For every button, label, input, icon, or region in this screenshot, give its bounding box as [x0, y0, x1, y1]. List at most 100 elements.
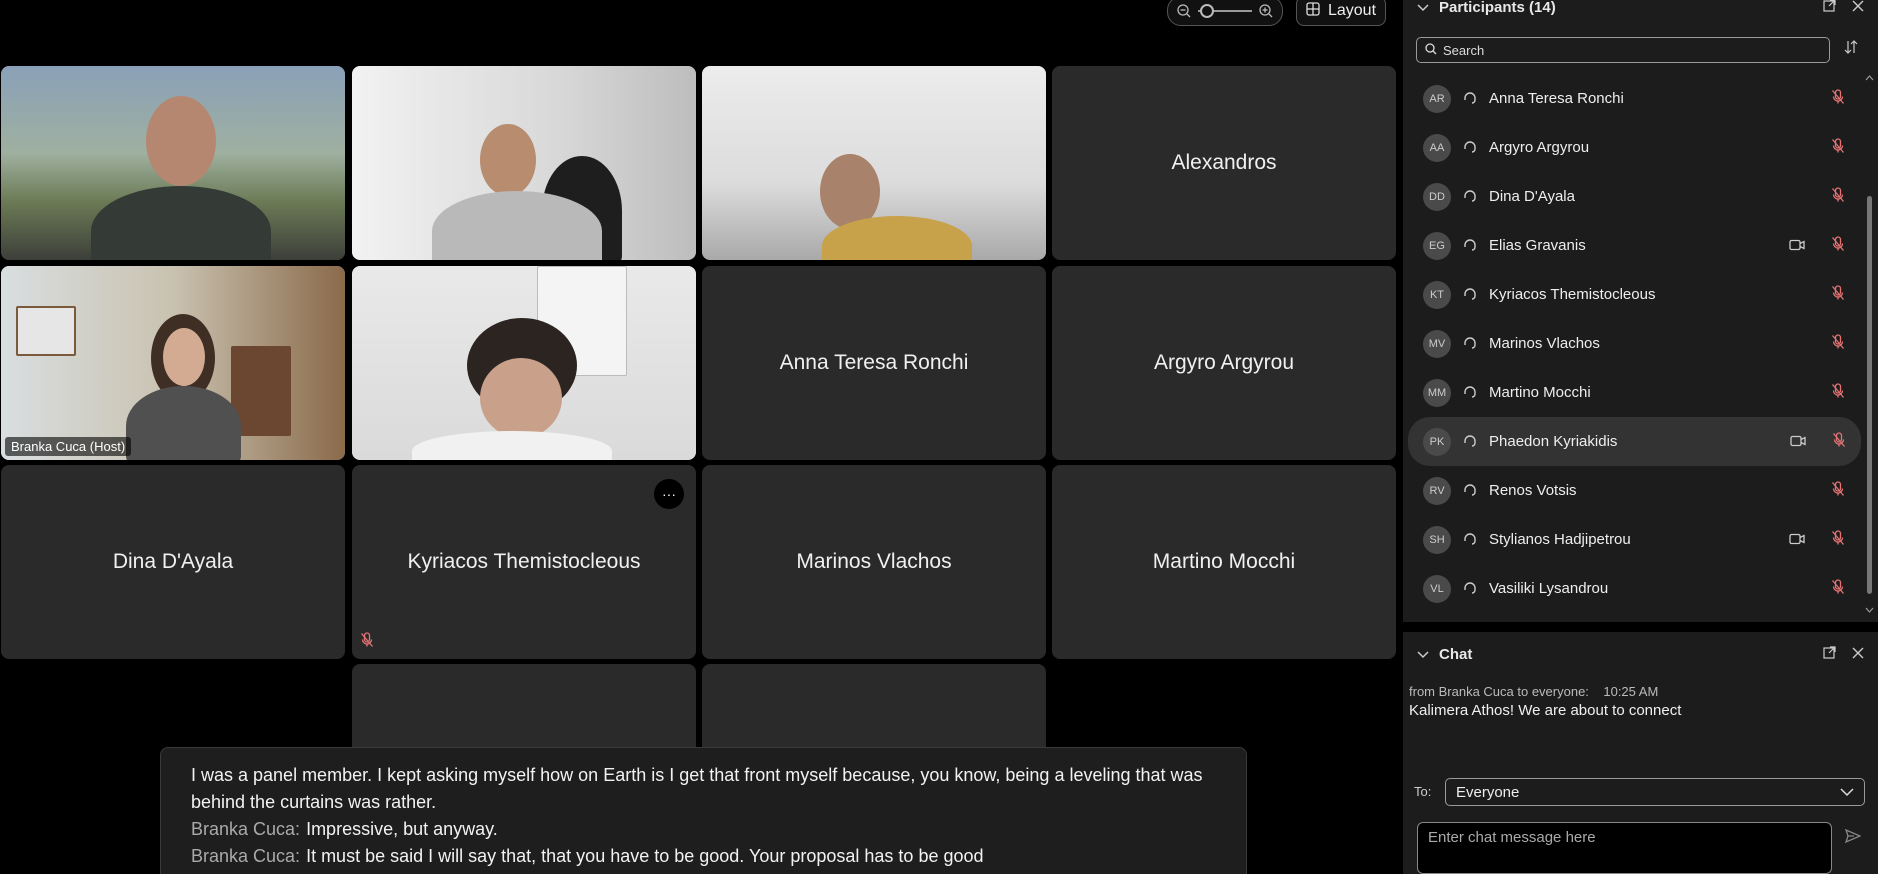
participant-name: Dina D'Ayala: [1489, 188, 1575, 205]
caption-speaker: Branka Cuca:: [191, 819, 301, 839]
pop-out-icon[interactable]: [1823, 645, 1836, 663]
avatar: EG: [1423, 231, 1451, 260]
video-tile[interactable]: [702, 66, 1046, 260]
participant-row[interactable]: KT Kyriacos Themistocleous: [1403, 270, 1865, 319]
participant-row[interactable]: EG Elias Gravanis: [1403, 221, 1865, 270]
video-tile[interactable]: [1, 66, 345, 260]
muted-mic-icon[interactable]: [1831, 285, 1845, 305]
video-tile[interactable]: [352, 266, 696, 460]
camera-icon[interactable]: [1789, 238, 1805, 255]
participant-row[interactable]: PK Phaedon Kyriakidis: [1408, 417, 1861, 466]
audio-connection-icon: [1463, 483, 1477, 498]
name-tile[interactable]: Kyriacos Themistocleous ···: [352, 465, 696, 659]
name-tile[interactable]: Dina D'Ayala: [1, 465, 345, 659]
audio-connection-icon: [1463, 581, 1477, 596]
muted-mic-icon[interactable]: [1832, 432, 1846, 452]
chevron-down-icon[interactable]: [1417, 646, 1429, 663]
participant-body: [126, 386, 241, 460]
participant-row[interactable]: MV Marinos Vlachos: [1403, 319, 1865, 368]
avatar: AA: [1423, 133, 1451, 162]
video-tile-active-speaker[interactable]: Branka Cuca (Host): [1, 266, 345, 460]
participant-row[interactable]: SH Stylianos Hadjipetrou: [1403, 515, 1865, 564]
chat-message-text: Kalimera Athos! We are about to connect: [1409, 702, 1682, 719]
audio-connection-icon: [1463, 91, 1477, 106]
chat-header[interactable]: Chat: [1403, 632, 1878, 676]
participant-list-scrollbar[interactable]: [1865, 74, 1874, 614]
participant-name: Vasiliki Lysandrou: [1489, 580, 1609, 597]
sort-icon[interactable]: [1844, 40, 1858, 59]
chat-message-input[interactable]: Enter chat message here: [1417, 822, 1832, 874]
participant-name: Kyriacos Themistocleous: [1489, 286, 1656, 303]
scroll-up-icon[interactable]: [1865, 74, 1874, 82]
video-feed: [1, 66, 345, 260]
name-tile[interactable]: Anna Teresa Ronchi: [702, 266, 1046, 460]
panel-header-actions: [1823, 0, 1864, 16]
name-tile[interactable]: Alexandros: [1052, 66, 1396, 260]
scrollbar-thumb[interactable]: [1867, 196, 1872, 594]
muted-mic-icon[interactable]: [1831, 187, 1845, 207]
name-tile[interactable]: Marinos Vlachos: [702, 465, 1046, 659]
participant-row[interactable]: VL Vasiliki Lysandrou: [1403, 564, 1865, 613]
close-icon[interactable]: [1852, 0, 1864, 16]
grid-layout-icon: [1306, 1, 1320, 21]
participant-name: Martino Mocchi: [1152, 550, 1296, 573]
muted-mic-icon[interactable]: [1831, 481, 1845, 501]
audio-connection-icon: [1463, 434, 1477, 449]
muted-mic-icon[interactable]: [1831, 236, 1845, 256]
muted-mic-icon[interactable]: [1831, 579, 1845, 599]
layout-button[interactable]: Layout: [1296, 0, 1386, 26]
zoom-slider[interactable]: [1198, 4, 1252, 18]
chevron-down-icon[interactable]: [1417, 0, 1429, 16]
chat-header-actions: [1823, 645, 1864, 663]
chat-title: Chat: [1439, 645, 1473, 663]
close-icon[interactable]: [1852, 646, 1864, 663]
participants-panel: Participants (14) Search AR Anna Teresa R…: [1403, 0, 1878, 622]
wall-picture: [16, 306, 76, 356]
layout-label: Layout: [1327, 2, 1377, 19]
camera-icon[interactable]: [1789, 532, 1805, 549]
name-tile[interactable]: Argyro Argyrou: [1052, 266, 1396, 460]
participant-name: Argyro Argyrou: [1489, 139, 1590, 156]
participant-row[interactable]: AR Anna Teresa Ronchi: [1403, 74, 1865, 123]
muted-mic-icon[interactable]: [1831, 383, 1845, 403]
participant-row[interactable]: AA Argyro Argyrou: [1403, 123, 1865, 172]
participants-title: Participants (14): [1439, 0, 1556, 16]
participants-header[interactable]: Participants (14): [1403, 0, 1878, 16]
caption-text: Impressive, but anyway.: [306, 819, 498, 839]
avatar: AR: [1423, 84, 1451, 113]
participant-search-input[interactable]: Search: [1416, 37, 1830, 63]
participant-body: [412, 431, 612, 460]
audio-connection-icon: [1463, 140, 1477, 155]
send-icon[interactable]: [1844, 828, 1862, 849]
audio-connection-icon: [1463, 287, 1477, 302]
participant-head: [146, 96, 216, 186]
chat-message-meta: from Branka Cuca to everyone: 10:25 AM: [1409, 684, 1659, 699]
scroll-down-icon[interactable]: [1865, 606, 1874, 614]
muted-mic-icon[interactable]: [1831, 530, 1845, 550]
search-placeholder: Search: [1443, 42, 1485, 58]
participant-body: [91, 186, 271, 260]
participant-row[interactable]: MM Martino Mocchi: [1403, 368, 1865, 417]
pop-out-icon[interactable]: [1823, 0, 1836, 16]
participant-name: Anna Teresa Ronchi: [779, 351, 969, 374]
participant-name: Alexandros: [1171, 151, 1277, 174]
zoom-in-icon[interactable]: [1258, 3, 1274, 19]
participant-row[interactable]: RV Renos Votsis: [1403, 466, 1865, 515]
camera-icon[interactable]: [1790, 434, 1806, 451]
name-tile[interactable]: Martino Mocchi: [1052, 465, 1396, 659]
audio-connection-icon: [1463, 532, 1477, 547]
video-tile[interactable]: [352, 66, 696, 260]
muted-mic-icon[interactable]: [1831, 138, 1845, 158]
muted-mic-icon[interactable]: [1831, 334, 1845, 354]
chat-recipient-select[interactable]: Everyone: [1445, 778, 1865, 806]
zoom-out-icon[interactable]: [1176, 3, 1192, 19]
muted-mic-icon[interactable]: [1831, 89, 1845, 109]
avatar: PK: [1423, 427, 1451, 456]
tile-more-options-button[interactable]: ···: [654, 479, 684, 509]
zoom-slider-handle[interactable]: [1200, 4, 1214, 18]
zoom-control[interactable]: [1167, 0, 1283, 26]
participant-row[interactable]: DD Dina D'Ayala: [1403, 172, 1865, 221]
audio-connection-icon: [1463, 336, 1477, 351]
participant-name: Argyro Argyrou: [1153, 351, 1295, 374]
participant-head: [480, 124, 536, 196]
